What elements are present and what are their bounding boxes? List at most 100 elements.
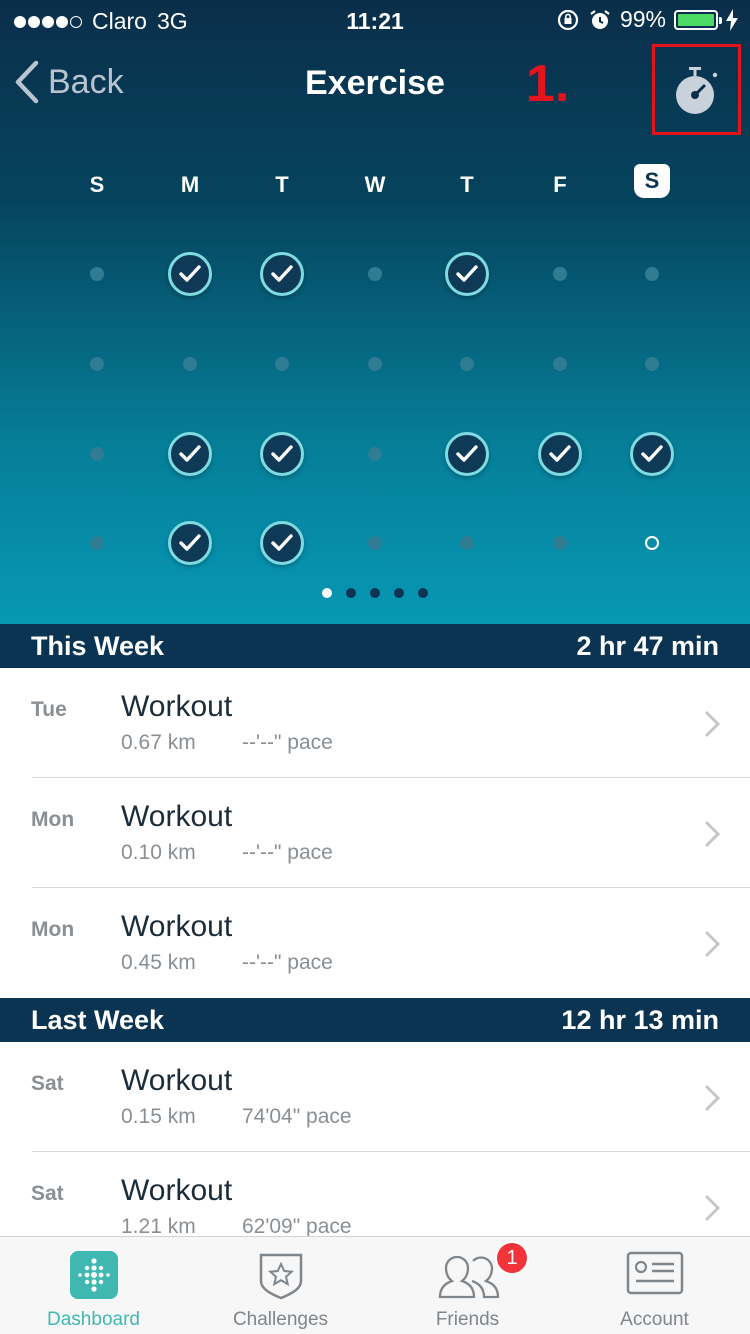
list-item[interactable]: Tue Workout 0.67 km --'--" pace [0,668,750,778]
tab-account[interactable]: Account [561,1237,748,1334]
exercise-day-check[interactable] [630,432,674,476]
workout-pace: 74'04" pace [242,1105,352,1128]
checkmark-icon [271,534,293,551]
friends-icon [438,1255,499,1299]
empty-day-dot [183,357,197,371]
exercise-day-check[interactable] [260,252,304,296]
exercise-day-check[interactable] [445,432,489,476]
page-dot[interactable] [346,588,356,598]
weekday-label: S [89,172,105,197]
weekday-label: T [460,172,474,197]
tab-label: Challenges [232,1309,329,1330]
section-title: This Week [31,630,165,661]
battery-icon [674,9,722,30]
workout-day: Mon [31,808,75,831]
exercise-screen: Claro 3G 11:21 99% Back Exercise 1. S M … [0,0,750,1334]
section-total: 2 hr 47 min [576,630,719,661]
chevron-right-icon [704,1084,720,1112]
workout-distance: 0.15 km [121,1105,196,1128]
workout-day: Tue [31,698,67,721]
workout-name: Workout [121,910,233,943]
last-week-header: Last Week 12 hr 13 min [0,998,750,1042]
tab-label: Account [620,1309,689,1330]
exercise-day-check[interactable] [260,432,304,476]
charging-bolt-icon [726,8,738,31]
empty-day-dot [645,357,659,371]
page-indicator[interactable] [0,588,750,598]
exercise-header-panel: Claro 3G 11:21 99% Back Exercise 1. S M … [0,0,750,624]
exercise-timer-button[interactable] [652,44,741,135]
empty-day-dot [368,447,382,461]
status-bar: Claro 3G 11:21 99% [0,0,750,40]
workout-distance: 0.10 km [121,841,196,864]
star-shield-icon [259,1253,302,1300]
tab-label: Dashboard [47,1309,140,1330]
weekday-label: F [553,172,567,197]
weekday-label-today: S [634,164,670,198]
tab-challenges[interactable]: Challenges [187,1237,374,1334]
page-dot[interactable] [394,588,404,598]
page-dot[interactable] [418,588,428,598]
chevron-right-icon [704,930,720,958]
friends-notification-badge: 1 [495,1241,529,1275]
tab-label: Friends [435,1309,500,1330]
chevron-right-icon [704,820,720,848]
workout-pace: --'--" pace [242,731,333,754]
checkmark-icon [456,265,478,282]
list-item[interactable]: Sat Workout 0.15 km 74'04" pace [0,1042,750,1152]
tab-friends[interactable]: Friends [374,1237,561,1334]
exercise-day-check[interactable] [538,432,582,476]
annotation-label: 1. [526,55,570,113]
empty-day-dot [368,357,382,371]
checkmark-icon [641,445,663,462]
section-title: Last Week [31,1004,165,1035]
workout-day: Sat [31,1072,64,1095]
page-dot[interactable] [322,588,332,598]
empty-day-dot [90,447,104,461]
tab-dashboard[interactable]: Dashboard [0,1237,187,1334]
empty-day-dot [553,267,567,281]
empty-day-dot [645,267,659,281]
orientation-lock-icon [557,9,579,30]
list-item[interactable]: Mon Workout 0.45 km --'--" pace [0,888,750,998]
tab-bar: Dashboard Challenges Friends 1 Account [0,1236,750,1334]
workout-name: Workout [121,1064,233,1097]
checkmark-icon [271,445,293,462]
weekday-header: SMTWTFS [0,164,750,210]
empty-day-dot [553,536,567,550]
empty-day-dot [275,357,289,371]
checkmark-icon [456,445,478,462]
empty-day-dot [90,357,104,371]
workout-name: Workout [121,1174,233,1207]
workout-name: Workout [121,800,233,833]
exercise-day-check[interactable] [445,252,489,296]
page-dot[interactable] [370,588,380,598]
empty-day-dot [460,536,474,550]
exercise-day-check[interactable] [168,432,212,476]
workout-day: Sat [31,1182,64,1205]
checkmark-icon [179,534,201,551]
checkmark-icon [549,445,571,462]
checkmark-icon [179,445,201,462]
empty-day-dot [90,267,104,281]
workout-pace: --'--" pace [242,951,333,974]
exercise-day-check[interactable] [168,252,212,296]
empty-day-dot [368,267,382,281]
battery-level-fill [678,13,714,26]
list-item[interactable]: Mon Workout 0.10 km --'--" pace [0,778,750,888]
checkmark-icon [179,265,201,282]
alarm-icon [590,9,610,29]
weekday-label: T [275,172,289,197]
battery-percent: 99% [619,6,666,32]
exercise-day-check[interactable] [260,521,304,565]
weekday-label: M [180,172,200,197]
exercise-day-check[interactable] [168,521,212,565]
today-marker [645,536,659,550]
workout-pace: --'--" pace [242,841,333,864]
id-card-icon [626,1251,683,1295]
empty-day-dot [368,536,382,550]
page-title: Exercise [305,64,445,102]
empty-day-dot [90,536,104,550]
weekday-label: W [364,172,386,197]
section-total: 12 hr 13 min [561,1004,719,1035]
